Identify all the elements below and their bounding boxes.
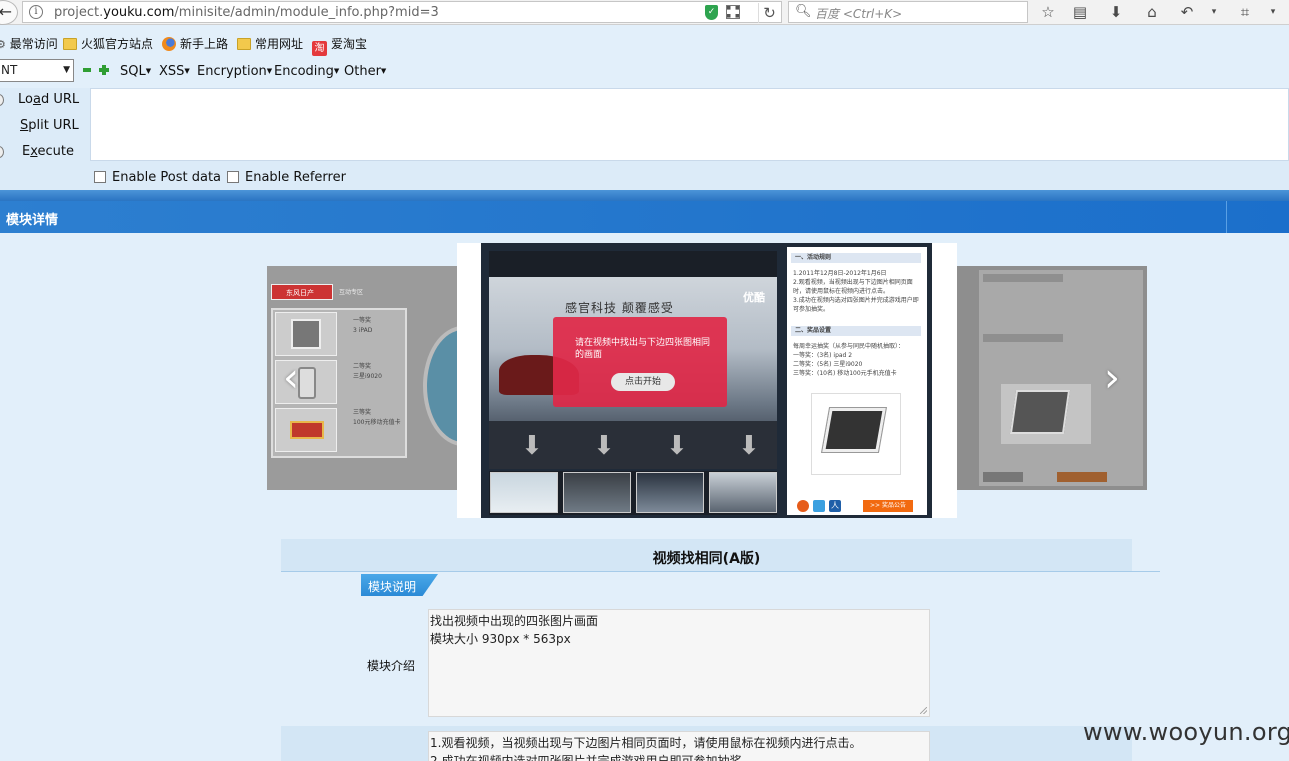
back-arrow-icon: ← <box>0 2 12 21</box>
carousel-slide-main[interactable]: 感官科技 颠覆感受 优酷 请在视频中找出与下边四张图相同的画面 点击开始 ⬇ ⬇… <box>457 243 957 518</box>
bookmark-common-sites[interactable]: 常用网址 <box>237 35 303 53</box>
announce-button[interactable]: >> 奖品公告 <box>863 500 913 512</box>
ipad-image <box>811 393 901 475</box>
decrease-icon[interactable] <box>83 68 91 72</box>
renren-icon[interactable]: 人 <box>829 500 841 512</box>
search-icon: 🔍︎ <box>795 4 812 19</box>
down-arrow-icon: ⬇ <box>521 431 543 461</box>
start-popup: 请在视频中找出与下边四张图相同的画面 点击开始 <box>553 317 727 407</box>
reload-icon[interactable]: ↻ <box>758 3 780 23</box>
brand-logo: 东风日产 <box>271 284 333 300</box>
hackbar-select[interactable]: NT ▼ <box>0 59 74 82</box>
home-icon[interactable]: ⌂ <box>1141 1 1163 23</box>
menu-other[interactable]: Other▼ <box>344 64 386 79</box>
zone-label: 互动专区 <box>339 289 364 296</box>
page-title: 模块详情 <box>6 213 59 228</box>
down-arrow-icon: ⬇ <box>738 431 760 461</box>
hackbar-menu: NT ▼ SQL▼ XSS▼ Encryption▼ Encoding▼ Othe… <box>0 58 1289 86</box>
ipad-thumbnail <box>275 312 337 356</box>
share-icon[interactable] <box>813 500 825 512</box>
url-field[interactable]: i project.youku.com/minisite/admin/modul… <box>22 1 782 23</box>
shield-icon[interactable]: ✓ <box>705 5 718 20</box>
video-area: 感官科技 颠覆感受 优酷 请在视频中找出与下边四张图相同的画面 点击开始 ⬇ ⬇… <box>489 251 777 469</box>
bookmark-star-icon[interactable]: ☆ <box>1037 1 1059 23</box>
menu-encoding[interactable]: Encoding▼ <box>274 64 339 79</box>
menu-encryption[interactable]: Encryption▼ <box>197 64 272 79</box>
download-icon[interactable]: ⬇ <box>1105 1 1127 23</box>
weibo-icon[interactable] <box>797 500 809 512</box>
header-underline <box>1132 571 1160 572</box>
down-arrow-icon: ⬇ <box>593 431 615 461</box>
down-arrow-icon: ⬇ <box>666 431 688 461</box>
undo-menu-icon[interactable]: ▾ <box>1203 1 1225 23</box>
bookmark-firefox-site[interactable]: 火狐官方站点 <box>63 35 153 53</box>
thumbnail-4 <box>709 472 777 513</box>
undo-icon[interactable]: ↶ <box>1176 1 1198 23</box>
header-strip <box>0 190 1289 201</box>
checkbox-box[interactable] <box>94 171 106 183</box>
video-brand: 优酷 <box>743 291 765 304</box>
dropdown-arrow-icon: ▼ <box>63 65 70 75</box>
folder-icon <box>237 38 251 50</box>
search-input[interactable]: 🔍︎ 百度 <Ctrl+K> <box>788 1 1028 23</box>
firefox-icon <box>162 37 176 51</box>
bookmark-getting-started[interactable]: 新手上路 <box>162 35 228 53</box>
execute-icon <box>0 146 4 158</box>
crop-menu-icon[interactable]: ▾ <box>1262 1 1284 23</box>
back-button[interactable]: ← <box>0 0 18 25</box>
taobao-icon: 淘 <box>312 41 327 56</box>
module-preview: 感官科技 颠覆感受 优酷 请在视频中找出与下边四张图相同的画面 点击开始 ⬇ ⬇… <box>481 243 932 518</box>
hackbar-panel: Load URL Split URL Execute Enable Post d… <box>0 88 1289 190</box>
module-description-tag: 模块说明 <box>361 574 438 596</box>
module-intro-label: 模块介绍 <box>367 659 416 673</box>
module-intro-textarea[interactable]: 找出视频中出现的四张图片画面 模块大小 930px * 563px <box>428 609 930 717</box>
carousel-next-icon[interactable]: › <box>1104 355 1120 401</box>
reading-list-icon[interactable]: ▤ <box>1069 1 1091 23</box>
start-game-button[interactable]: 点击开始 <box>611 373 675 391</box>
gift-thumbnail <box>275 408 337 452</box>
gear-icon: ⚙ <box>0 38 6 51</box>
enable-referrer-checkbox[interactable]: Enable Referrer <box>227 170 346 185</box>
bookmarks-toolbar: ⚙ 最常访问 火狐官方站点 新手上路 常用网址 淘爱淘宝 <box>0 31 1289 57</box>
watermark: www.wooyun.org <box>1083 718 1289 746</box>
qr-code-icon[interactable] <box>726 5 740 19</box>
bookmark-aitaobao[interactable]: 淘爱淘宝 <box>312 35 367 56</box>
bookmark-most-visited[interactable]: ⚙ 最常访问 <box>0 35 58 53</box>
increase-icon[interactable] <box>99 65 109 75</box>
info-panel: 一、活动规则 1.2011年12月8日-2012年1月6日 2.观看视频，当视频… <box>787 247 927 515</box>
menu-xss[interactable]: XSS▼ <box>159 64 190 79</box>
search-placeholder: 百度 <Ctrl+K> <box>815 7 903 21</box>
video-slogan: 感官科技 颠覆感受 <box>565 301 674 315</box>
module-name: 视频找相同(A版) <box>652 551 761 567</box>
page-title-bar: 模块详情 <box>0 201 1289 233</box>
load-url-icon <box>0 94 4 106</box>
module-header: 视频找相同(A版) <box>281 539 1132 572</box>
menu-sql[interactable]: SQL▼ <box>120 64 151 79</box>
enable-post-checkbox[interactable]: Enable Post data <box>94 170 221 185</box>
folder-icon <box>63 38 77 50</box>
carousel-prev-icon[interactable]: ‹ <box>283 355 299 401</box>
thumbnail-1 <box>490 472 558 513</box>
popup-text: 请在视频中找出与下边四张图相同的画面 <box>575 338 711 360</box>
thumbnail-2 <box>563 472 631 513</box>
title-divider <box>1226 201 1227 233</box>
checkbox-box[interactable] <box>227 171 239 183</box>
hackbar-url-textarea[interactable] <box>90 88 1289 161</box>
module-rules-textarea[interactable]: 1.观看视频，当视频出现与下边图片相同页面时，请使用鼠标在视频内进行点击。 2.… <box>428 731 930 761</box>
info-icon[interactable]: i <box>29 5 43 19</box>
thumbnail-3 <box>636 472 704 513</box>
resize-grip-icon[interactable] <box>920 707 927 714</box>
screenshot-crop-icon[interactable]: ⌗ <box>1234 1 1256 23</box>
browser-toolbar: ← i project.youku.com/minisite/admin/mod… <box>0 0 1289 25</box>
url-text[interactable]: project.youku.com/minisite/admin/module_… <box>54 5 439 20</box>
